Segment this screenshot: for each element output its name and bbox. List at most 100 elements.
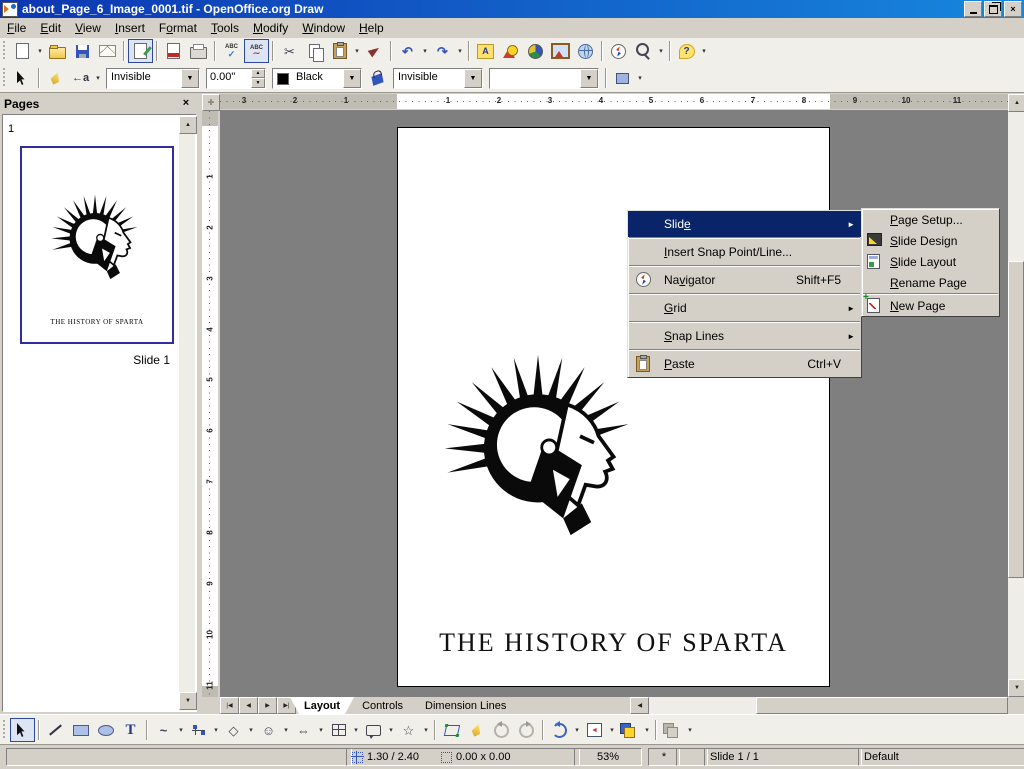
object-bar-overflow-button[interactable]: ▾ [635, 67, 645, 89]
autospellcheck-button[interactable]: ABC∼ [244, 39, 269, 63]
redo-button[interactable]: ↷ [430, 39, 455, 63]
flowchart-button[interactable] [326, 718, 351, 742]
slide-title-text[interactable]: THE HISTORY OF SPARTA [398, 628, 829, 658]
rotate-button[interactable] [547, 718, 572, 742]
insert-shapes-button[interactable] [498, 39, 523, 63]
print-button[interactable] [186, 39, 211, 63]
menu-format[interactable]: Format [152, 19, 204, 38]
zoom-dropdown[interactable]: ▾ [656, 40, 666, 62]
submenu-item-slide-design[interactable]: Slide Design [862, 230, 999, 251]
menu-tools[interactable]: Tools [204, 19, 246, 38]
pages-panel-close-button[interactable]: × [179, 97, 193, 110]
rotate-dropdown[interactable]: ▾ [572, 719, 582, 741]
export-pdf-button[interactable] [161, 39, 186, 63]
line-width-spinner[interactable]: 0.00" ▲▼ [206, 68, 266, 89]
vertical-scrollbar-thumb[interactable] [1008, 261, 1024, 578]
new-document-dropdown[interactable]: ▾ [35, 40, 45, 62]
curve-tool-button[interactable]: ~ [151, 718, 176, 742]
rectangle-tool-button[interactable] [68, 718, 93, 742]
toolbar-grip[interactable] [2, 720, 7, 740]
vertical-scrollbar[interactable]: ▲ ▼ [1008, 94, 1024, 697]
context-menu-item-snap-lines[interactable]: Snap Lines ► [628, 323, 861, 349]
callouts-button[interactable] [361, 718, 386, 742]
vertical-ruler[interactable]: 1 2 3 4 5 6 7 8 9 10 11 [202, 111, 218, 697]
gallery-button[interactable] [548, 39, 573, 63]
tab-controls[interactable]: Controls [348, 697, 417, 714]
line-style-combo-arrow[interactable]: ▼ [181, 69, 199, 88]
glue-points-button[interactable] [464, 718, 489, 742]
next-page-button[interactable]: ▶ [258, 697, 277, 714]
first-page-button[interactable]: |◀ [220, 697, 239, 714]
horizontal-scrollbar[interactable] [649, 697, 989, 714]
open-button[interactable] [45, 39, 70, 63]
toolbar-grip[interactable] [2, 41, 7, 61]
copy-button[interactable] [302, 39, 327, 63]
menu-window[interactable]: Window [295, 19, 352, 38]
connector-tool-button[interactable] [186, 718, 211, 742]
redo-dropdown[interactable]: ▾ [455, 40, 465, 62]
alignment-button[interactable]: ◄ [582, 718, 607, 742]
scroll-up-button[interactable]: ▲ [179, 116, 197, 134]
drawing-canvas[interactable]: THE HISTORY OF SPARTA [220, 110, 1008, 697]
line-width-down[interactable]: ▼ [251, 78, 265, 88]
insert-chart-button[interactable] [523, 39, 548, 63]
drawing-toolbar-overflow-button[interactable]: ▾ [685, 719, 695, 741]
toolbar-overflow-button[interactable]: ▾ [699, 40, 709, 62]
area-dialog-button[interactable] [365, 66, 390, 90]
arrow-style-button[interactable]: ←a [68, 66, 93, 90]
paste-dropdown[interactable]: ▾ [352, 40, 362, 62]
tab-layout[interactable]: Layout [290, 697, 354, 714]
ellipse-tool-button[interactable] [93, 718, 118, 742]
shadow-button[interactable] [610, 66, 635, 90]
submenu-item-slide-layout[interactable]: Slide Layout [862, 251, 999, 272]
cut-button[interactable]: ✂ [277, 39, 302, 63]
previous-page-button[interactable]: ◀ [239, 697, 258, 714]
ruler-origin-box[interactable]: ✛ [202, 94, 220, 111]
status-zoom-cell[interactable]: 53% [574, 748, 642, 766]
text-tool-button[interactable]: T [118, 718, 143, 742]
title-bar[interactable]: about_Page_6_Image_0001.tif - OpenOffice… [0, 0, 1024, 18]
menu-file[interactable]: File [0, 19, 33, 38]
new-document-button[interactable] [10, 39, 35, 63]
context-menu-item-grid[interactable]: Grid ► [628, 295, 861, 321]
effects-button-2[interactable] [514, 718, 539, 742]
horizontal-ruler[interactable]: 3 2 1 1 2 3 4 5 6 7 8 9 10 11 [220, 94, 1008, 109]
menu-edit[interactable]: Edit [33, 19, 68, 38]
stars-dropdown[interactable]: ▾ [421, 719, 431, 741]
block-arrows-button[interactable]: ⇔ [291, 718, 316, 742]
symbol-shapes-button[interactable]: ☺ [256, 718, 281, 742]
basic-shapes-button[interactable]: ◇ [221, 718, 246, 742]
effects-button-1[interactable] [489, 718, 514, 742]
stars-button[interactable]: ☆ [396, 718, 421, 742]
symbol-shapes-dropdown[interactable]: ▾ [281, 719, 291, 741]
hyperlink-button[interactable] [573, 39, 598, 63]
submenu-item-page-setup[interactable]: Page Setup... [862, 209, 999, 230]
pages-panel-scrollbar[interactable]: ▲ ▼ [179, 116, 195, 710]
undo-dropdown[interactable]: ▾ [420, 40, 430, 62]
edit-file-button[interactable] [128, 39, 153, 63]
interaction-button[interactable] [660, 718, 685, 742]
arrange-dropdown[interactable]: ▾ [642, 719, 652, 741]
edit-points-button[interactable] [10, 66, 35, 90]
edit-points-tool-button[interactable] [439, 718, 464, 742]
paste-button[interactable] [327, 39, 352, 63]
fill-color-combo-arrow[interactable]: ▼ [580, 69, 598, 88]
line-color-combo-arrow[interactable]: ▼ [343, 69, 361, 88]
submenu-item-rename-page[interactable]: Rename Page [862, 272, 999, 293]
submenu-item-new-page[interactable]: New Page [862, 295, 999, 316]
fill-style-combo[interactable]: Invisible ▼ [393, 68, 483, 89]
line-tool-button[interactable] [43, 718, 68, 742]
line-dialog-button[interactable] [43, 66, 68, 90]
send-mail-button[interactable] [95, 39, 120, 63]
tab-dimension-lines[interactable]: Dimension Lines [411, 697, 520, 714]
fontwork-gallery-button[interactable]: A [473, 39, 498, 63]
menu-view[interactable]: View [68, 19, 108, 38]
menu-modify[interactable]: Modify [246, 19, 295, 38]
context-menu-item-insert-snap[interactable]: Insert Snap Point/Line... [628, 239, 861, 265]
line-style-combo[interactable]: Invisible ▼ [106, 68, 200, 89]
curve-dropdown[interactable]: ▾ [176, 719, 186, 741]
slide-thumbnail[interactable]: THE HISTORY OF SPARTA [20, 146, 174, 344]
zoom-button[interactable] [631, 39, 656, 63]
navigator-button[interactable] [606, 39, 631, 63]
line-width-up[interactable]: ▲ [251, 69, 265, 79]
